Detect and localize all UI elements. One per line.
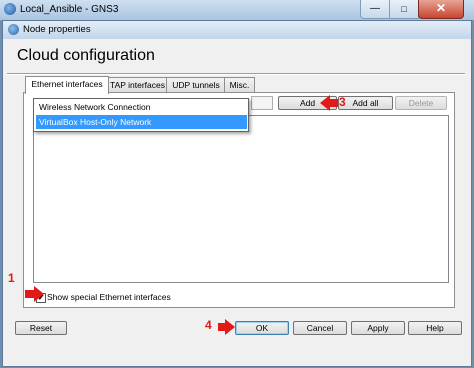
- annotation-arrow-4-icon: [218, 319, 235, 335]
- dialog-title: Node properties: [23, 24, 91, 35]
- outer-window-title: Local_Ansible - GNS3: [20, 4, 119, 15]
- ok-button[interactable]: OK: [235, 321, 289, 335]
- page-title: Cloud configuration: [17, 47, 155, 64]
- delete-button: Delete: [395, 96, 447, 110]
- close-window-button[interactable]: ✕: [418, 0, 464, 19]
- interface-list[interactable]: [33, 115, 449, 283]
- annotation-number-1: 1: [8, 271, 15, 285]
- add-all-button[interactable]: Add all: [338, 96, 393, 110]
- help-button[interactable]: Help: [408, 321, 462, 335]
- tab-ethernet-interfaces[interactable]: Ethernet interfaces: [25, 76, 109, 94]
- apply-button[interactable]: Apply: [351, 321, 405, 335]
- annotation-number-4: 4: [205, 318, 212, 332]
- annotation-arrow-1-icon: [25, 286, 44, 302]
- interface-combo-box[interactable]: [251, 96, 273, 110]
- special-interfaces-label[interactable]: Show special Ethernet interfaces: [47, 292, 171, 302]
- reset-button[interactable]: Reset: [15, 321, 67, 335]
- tab-misc[interactable]: Misc.: [224, 77, 255, 93]
- annotation-arrow-3-icon: [320, 95, 338, 111]
- gns3-app-icon: [4, 3, 16, 15]
- minimize-button[interactable]: —: [360, 0, 390, 19]
- tab-tap-interfaces[interactable]: TAP interfaces: [107, 77, 168, 93]
- node-properties-dialog: Node properties Cloud configuration Ethe…: [2, 20, 472, 367]
- dialog-app-icon: [8, 24, 19, 35]
- annotation-number-3: 3: [339, 95, 346, 109]
- tab-udp-tunnels[interactable]: UDP tunnels: [166, 77, 226, 93]
- dropdown-option-wireless[interactable]: Wireless Network Connection: [36, 100, 247, 114]
- dropdown-option-virtualbox[interactable]: VirtualBox Host-Only Network: [36, 115, 247, 129]
- heading-divider: [7, 73, 465, 75]
- cancel-button[interactable]: Cancel: [293, 321, 347, 335]
- interface-dropdown[interactable]: Wireless Network Connection VirtualBox H…: [33, 98, 249, 132]
- maximize-button[interactable]: □: [389, 0, 419, 19]
